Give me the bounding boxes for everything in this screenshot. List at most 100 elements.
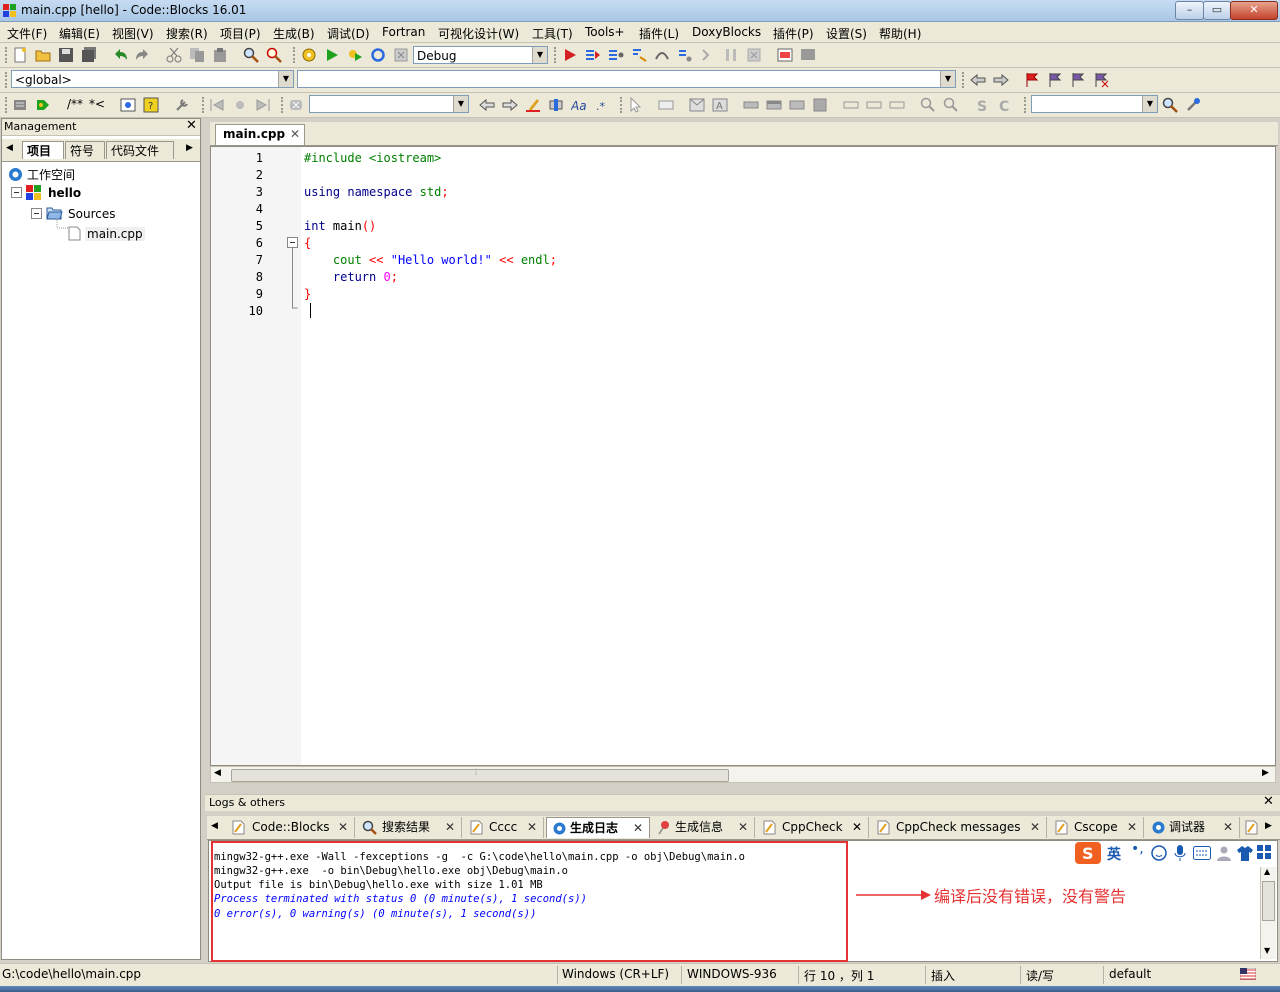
wxs-space-left-icon[interactable]: [843, 97, 859, 113]
menu-debug[interactable]: 调试(D): [327, 25, 370, 42]
incremental-search-input[interactable]: ▼: [309, 95, 469, 113]
microphone-icon[interactable]: [1173, 845, 1187, 861]
emoji-icon[interactable]: [1151, 845, 1167, 861]
tree-folder-sources[interactable]: Sources: [68, 207, 115, 221]
new-file-icon[interactable]: [12, 47, 28, 63]
build-log-output[interactable]: mingw32-g++.exe -Wall -fexceptions -g -c…: [208, 840, 1278, 962]
run-icon[interactable]: [324, 47, 340, 63]
tree-workspace[interactable]: 工作空间: [27, 166, 75, 183]
doxy-block-comment-button[interactable]: /**: [67, 97, 83, 111]
build-gear-icon[interactable]: [301, 47, 317, 63]
tab-build-messages[interactable]: 生成信息 ✕: [652, 817, 755, 838]
next-instruction-icon[interactable]: [631, 47, 647, 63]
editor-hscrollbar[interactable]: ◀ ⦙ ▶: [210, 766, 1276, 783]
stop-debugger-icon[interactable]: [746, 47, 762, 63]
next-bookmark-icon[interactable]: [1070, 72, 1086, 88]
tab-close-icon[interactable]: ✕: [1030, 817, 1040, 838]
tab-close-icon[interactable]: ✕: [1223, 817, 1233, 838]
menu-search[interactable]: 搜索(R): [166, 25, 208, 42]
wxs-panel-icon[interactable]: [743, 97, 759, 113]
menu-tools[interactable]: 工具(T): [532, 25, 573, 42]
search-next-icon[interactable]: [502, 97, 518, 113]
run-to-cursor-icon[interactable]: [585, 47, 601, 63]
goto-prev-change-icon[interactable]: [209, 97, 225, 113]
wxs-label-icon[interactable]: A: [712, 97, 728, 113]
tree-project[interactable]: hello: [48, 186, 81, 200]
regex-icon[interactable]: .*: [594, 97, 610, 113]
thread-search-icon[interactable]: [1162, 97, 1178, 113]
menu-settings[interactable]: 设置(S): [826, 25, 867, 42]
tab-close-icon[interactable]: ✕: [738, 817, 748, 838]
ime-punct-icon[interactable]: •,: [1131, 841, 1144, 857]
wxs-s-icon[interactable]: S: [974, 97, 990, 113]
tab-scroll-right-icon[interactable]: ▶: [1265, 821, 1272, 831]
scroll-up-icon[interactable]: ▲: [1264, 867, 1270, 876]
user-icon[interactable]: [1216, 845, 1232, 861]
search-prev-icon[interactable]: [479, 97, 495, 113]
grid-menu-icon[interactable]: [1257, 845, 1271, 859]
code-editor[interactable]: 1 2 3 4 5 6 7 8 9 10 #include <iostream>…: [210, 146, 1276, 766]
tab-cccc[interactable]: Cccc ✕: [464, 817, 544, 838]
wxs-toolbar-icon[interactable]: [766, 97, 782, 113]
menu-doxyblocks[interactable]: DoxyBlocks: [692, 25, 761, 39]
wxs-c-icon[interactable]: C: [997, 97, 1013, 113]
scroll-down-icon[interactable]: ▼: [1264, 946, 1270, 955]
scroll-thumb[interactable]: ⦙: [231, 768, 729, 782]
doxywizard-icon[interactable]: [12, 97, 28, 113]
build-target-select[interactable]: Debug ▼: [413, 46, 548, 64]
skin-shirt-icon[interactable]: [1237, 845, 1253, 861]
save-icon[interactable]: [58, 47, 74, 63]
clear-bookmarks-icon[interactable]: [1093, 72, 1109, 88]
tree-file-main-cpp[interactable]: main.cpp: [85, 227, 145, 241]
tab-main-cpp[interactable]: main.cpp ✕: [215, 124, 305, 145]
menu-build[interactable]: 生成(B): [273, 25, 315, 42]
toggle-change-icon[interactable]: [232, 97, 248, 113]
tab-codeblocks-log[interactable]: Code::Blocks ✕: [225, 817, 355, 838]
doxy-line-comment-button[interactable]: *<: [89, 97, 105, 111]
debug-windows-icon[interactable]: [777, 47, 793, 63]
menu-file[interactable]: 文件(F): [7, 25, 47, 42]
menu-plugins-p[interactable]: 插件(P): [773, 25, 814, 42]
selected-text-only-icon[interactable]: [548, 97, 564, 113]
scroll-left-icon[interactable]: ◀: [214, 768, 221, 778]
wxs-frame-icon[interactable]: [658, 97, 674, 113]
match-case-icon[interactable]: Aa: [571, 97, 587, 113]
copy-icon[interactable]: [189, 47, 205, 63]
scroll-thumb[interactable]: [1262, 881, 1275, 921]
wxs-box-icon[interactable]: [812, 97, 828, 113]
thread-search-input[interactable]: ▼: [1031, 95, 1158, 113]
jump-forward-icon[interactable]: [993, 72, 1009, 88]
fold-collapse-icon[interactable]: [287, 237, 298, 313]
thread-search-options-icon[interactable]: [1185, 97, 1201, 113]
collapse-icon[interactable]: [11, 187, 22, 198]
tab-debugger[interactable]: 调试器 ✕: [1146, 817, 1240, 838]
logs-close-icon[interactable]: ✕: [1263, 794, 1274, 809]
tab-close-icon[interactable]: ✕: [527, 817, 537, 838]
log-vscrollbar[interactable]: ▲ ▼: [1260, 867, 1276, 959]
tab-close-icon[interactable]: ✕: [290, 127, 300, 141]
clear-search-icon[interactable]: [288, 97, 304, 113]
tab-close-icon[interactable]: ✕: [633, 818, 643, 839]
menu-help[interactable]: 帮助(H): [879, 25, 921, 42]
select-cursor-icon[interactable]: [627, 97, 643, 113]
tab-search-results[interactable]: 搜索结果 ✕: [357, 817, 462, 838]
abort-build-icon[interactable]: [393, 47, 409, 63]
pause-icon[interactable]: [723, 47, 739, 63]
step-instruction-icon[interactable]: [700, 47, 716, 63]
chm-help-icon[interactable]: ?: [143, 97, 159, 113]
step-out-icon[interactable]: [677, 47, 693, 63]
redo-icon[interactable]: [135, 47, 151, 63]
zoom-out-icon[interactable]: [943, 97, 959, 113]
menu-visual-design[interactable]: 可视化设计(W): [438, 25, 519, 42]
undo-icon[interactable]: [112, 47, 128, 63]
tab-cscope[interactable]: Cscope ✕: [1049, 817, 1144, 838]
next-line-icon[interactable]: [608, 47, 624, 63]
build-and-run-icon[interactable]: [347, 47, 363, 63]
tab-scroll-left-icon[interactable]: ◀: [6, 143, 13, 153]
function-select[interactable]: ▼: [297, 70, 956, 88]
find-icon[interactable]: [243, 47, 259, 63]
maximize-button[interactable]: ▭: [1203, 1, 1231, 20]
collapse-icon[interactable]: [31, 208, 42, 219]
toggle-bookmark-icon[interactable]: [1024, 72, 1040, 88]
tab-scroll-right-icon[interactable]: ▶: [186, 143, 193, 153]
